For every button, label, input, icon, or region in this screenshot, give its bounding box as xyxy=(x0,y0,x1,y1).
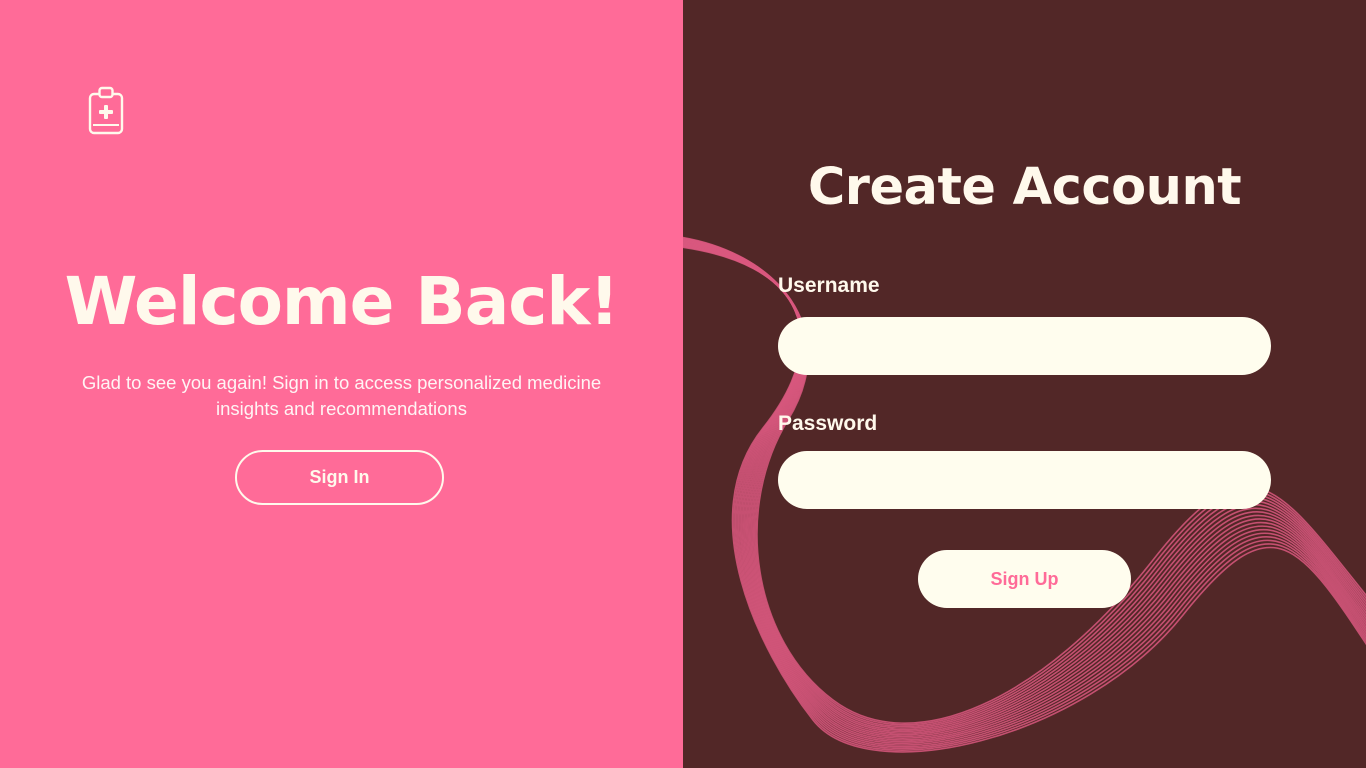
create-account-panel: Create Account Username Password Sign Up xyxy=(683,0,1366,768)
password-input[interactable] xyxy=(778,451,1271,509)
welcome-panel: Welcome Back! Glad to see you again! Sig… xyxy=(0,0,683,768)
username-input[interactable] xyxy=(778,317,1271,375)
sign-up-button[interactable]: Sign Up xyxy=(918,550,1131,608)
welcome-title: Welcome Back! xyxy=(64,263,620,340)
wave-lines-decoration xyxy=(683,236,1366,753)
sign-in-button[interactable]: Sign In xyxy=(235,450,444,505)
create-account-title: Create Account xyxy=(807,158,1242,217)
password-label: Password xyxy=(778,412,878,435)
welcome-subtitle: Glad to see you again! Sign in to access… xyxy=(81,372,602,419)
username-label: Username xyxy=(778,274,880,297)
clipboard-medical-icon xyxy=(88,86,124,135)
